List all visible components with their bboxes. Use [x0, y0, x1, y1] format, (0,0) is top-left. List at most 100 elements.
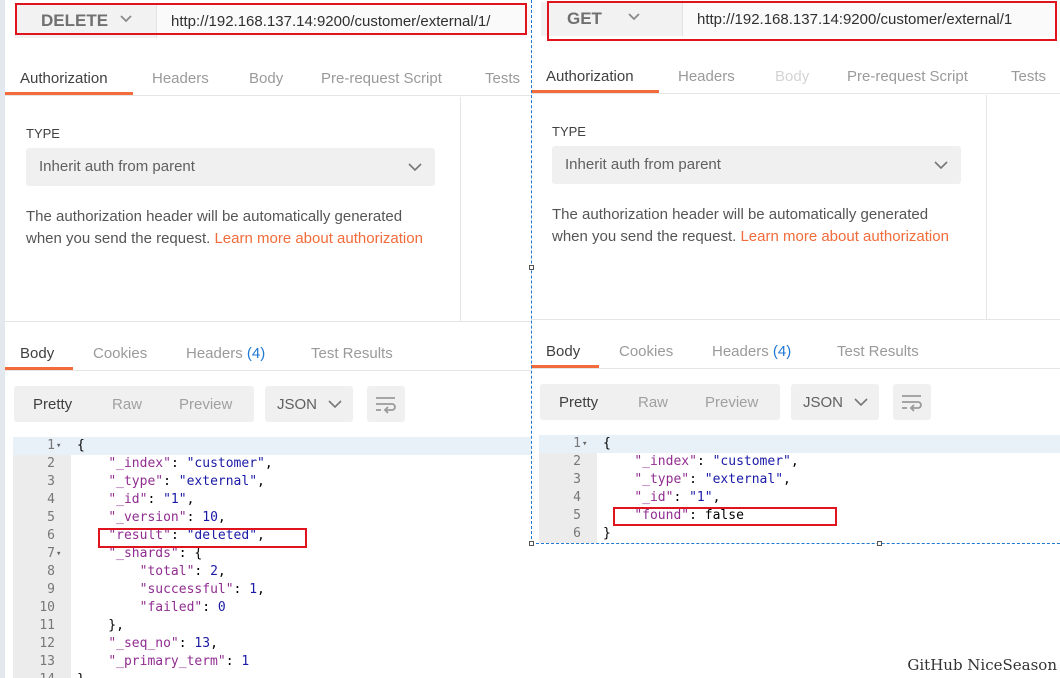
tab-body[interactable]: Body	[775, 60, 809, 93]
wrap-lines-button[interactable]	[367, 386, 405, 422]
tab-response-body[interactable]: Body	[5, 337, 73, 370]
tab-test-results[interactable]: Test Results	[311, 337, 393, 370]
type-label: TYPE	[552, 124, 586, 139]
auth-type-value: Inherit auth from parent	[565, 156, 721, 173]
code-line: 4 "_id": "1",	[539, 489, 1060, 507]
wrap-lines-icon	[376, 397, 396, 414]
format-value: JSON	[277, 396, 318, 413]
chevron-down-icon	[934, 161, 948, 170]
code-text: "_primary_term": 1	[108, 654, 250, 669]
headers-count-badge: (4)	[772, 343, 792, 360]
auth-type-select[interactable]: Inherit auth from parent	[26, 148, 435, 186]
code-line: 3 "_type": "external",	[13, 473, 531, 491]
code-text: "failed": 0	[139, 600, 226, 615]
code-line: 2 "_index": "customer",	[13, 455, 531, 473]
line-number: 8	[47, 564, 55, 579]
code-line: 9 "successful": 1,	[13, 581, 531, 599]
line-number: 4	[47, 492, 55, 507]
view-preview[interactable]: Preview	[179, 396, 232, 413]
auth-type-value: Inherit auth from parent	[39, 158, 195, 175]
tab-response-headers[interactable]: Headers (4)	[186, 337, 265, 370]
tab-cookies[interactable]: Cookies	[619, 335, 673, 368]
code-text: "_seq_no": 13,	[108, 636, 218, 651]
code-text: }	[77, 671, 85, 678]
method-selector[interactable]: DELETE	[15, 4, 157, 38]
tab-pre-request-script[interactable]: Pre-request Script	[847, 60, 968, 93]
authorization-pane: TYPE Inherit auth from parent The author…	[531, 95, 1060, 320]
chevron-down-icon	[854, 398, 868, 407]
tab-tests[interactable]: Tests	[1011, 60, 1046, 93]
code-text: },	[77, 618, 124, 633]
chevron-down-icon	[628, 13, 640, 21]
chevron-down-icon	[408, 163, 422, 172]
tab-headers[interactable]: Headers	[678, 60, 735, 93]
tab-body[interactable]: Body	[249, 62, 283, 95]
tab-response-headers[interactable]: Headers (4)	[712, 335, 791, 368]
fold-toggle-icon[interactable]: ▾	[56, 437, 61, 455]
url-input[interactable]: http://192.168.137.14:9200/customer/exte…	[157, 4, 531, 38]
code-line: 6}	[539, 525, 1060, 543]
code-line: 13 "_primary_term": 1	[13, 653, 531, 671]
code-line: 4 "_id": "1",	[13, 491, 531, 509]
auth-type-select[interactable]: Inherit auth from parent	[552, 146, 961, 184]
tab-response-headers-label: Headers	[712, 343, 769, 360]
view-mode-group: Pretty Raw Preview	[14, 386, 254, 422]
tab-authorization[interactable]: Authorization	[531, 60, 659, 93]
line-number: 5	[573, 508, 581, 523]
view-pretty[interactable]: Pretty	[559, 394, 598, 411]
code-text: {	[603, 436, 611, 451]
format-select[interactable]: JSON	[265, 386, 353, 422]
tab-authorization[interactable]: Authorization	[5, 62, 133, 95]
tab-test-results[interactable]: Test Results	[837, 335, 919, 368]
learn-more-link[interactable]: Learn more about authorization	[214, 230, 422, 247]
request-tabs: Authorization Headers Body Pre-request S…	[5, 62, 531, 96]
url-input[interactable]: http://192.168.137.14:9200/customer/exte…	[683, 2, 1060, 36]
wrap-lines-button[interactable]	[893, 384, 931, 420]
view-preview[interactable]: Preview	[705, 394, 758, 411]
code-text: "_type": "external",	[108, 474, 265, 489]
code-text: {	[77, 438, 85, 453]
response-tabs: Body Cookies Headers (4) Test Results	[5, 337, 531, 371]
line-number: 13	[39, 654, 55, 669]
code-line: 14}	[13, 671, 531, 678]
view-raw[interactable]: Raw	[112, 396, 142, 413]
tab-response-body[interactable]: Body	[531, 335, 599, 368]
tab-response-headers-label: Headers	[186, 345, 243, 362]
method-selector[interactable]: GET	[541, 2, 683, 36]
tab-pre-request-script[interactable]: Pre-request Script	[321, 62, 442, 95]
line-number: 2	[47, 456, 55, 471]
wrap-lines-icon	[902, 395, 922, 412]
line-number: 2	[573, 454, 581, 469]
code-line: 2 "_index": "customer",	[539, 453, 1060, 471]
code-line: 8 "total": 2,	[13, 563, 531, 581]
fold-toggle-icon[interactable]: ▾	[56, 545, 61, 563]
view-raw[interactable]: Raw	[638, 394, 668, 411]
pane-divider	[460, 97, 461, 322]
request-bar: GET http://192.168.137.14:9200/customer/…	[541, 2, 1060, 36]
fold-toggle-icon[interactable]: ▾	[582, 435, 587, 453]
view-pretty[interactable]: Pretty	[33, 396, 72, 413]
format-select[interactable]: JSON	[791, 384, 879, 420]
tab-tests[interactable]: Tests	[485, 62, 520, 95]
line-number: 10	[39, 600, 55, 615]
code-text: "result": "deleted",	[108, 528, 265, 543]
line-number: 4	[573, 490, 581, 505]
request-bar: DELETE http://192.168.137.14:9200/custom…	[15, 4, 531, 38]
code-line: 3 "_type": "external",	[539, 471, 1060, 489]
pane-divider	[986, 95, 987, 320]
code-text: "_id": "1",	[634, 490, 721, 505]
chevron-down-icon	[328, 400, 342, 409]
headers-count-badge: (4)	[246, 345, 266, 362]
code-line: 6 "result": "deleted",	[13, 527, 531, 545]
code-text: "_index": "customer",	[634, 454, 799, 469]
tab-cookies[interactable]: Cookies	[93, 337, 147, 370]
line-number: 1	[47, 438, 55, 453]
response-code-viewer[interactable]: 1 ▾{2 "_index": "customer", 3 "_type": "ex…	[13, 437, 531, 678]
response-code-viewer[interactable]: 1 ▾{2 "_index": "customer", 3 "_type": "ex…	[539, 435, 1060, 543]
line-number: 5	[47, 510, 55, 525]
code-text: "_type": "external",	[634, 472, 791, 487]
learn-more-link[interactable]: Learn more about authorization	[740, 228, 948, 245]
line-number: 3	[47, 474, 55, 489]
code-text: "_id": "1",	[108, 492, 195, 507]
tab-headers[interactable]: Headers	[152, 62, 209, 95]
